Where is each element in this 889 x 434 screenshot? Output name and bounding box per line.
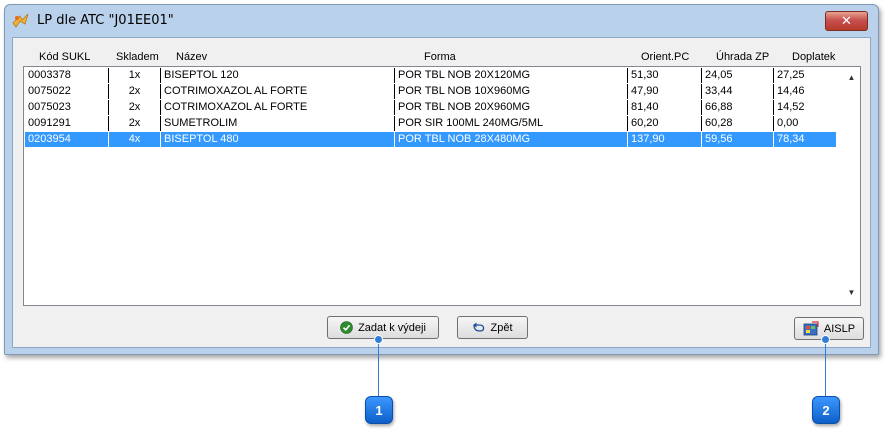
table-cell: 0091291 [28, 117, 71, 129]
table-cell: 2x [108, 100, 160, 115]
column-header-orient-pc[interactable]: Orient.PC [641, 51, 689, 63]
table-cell: 2x [108, 84, 160, 99]
column-header-forma[interactable]: Forma [424, 51, 456, 63]
table-cell: COTRIMOXAZOL AL FORTE [160, 100, 394, 115]
table-cell: POR TBL NOB 20X960MG [394, 100, 627, 115]
dialog-window: LP dle ATC "J01EE01" ✕ Kód SUKL Skladem … [4, 4, 879, 355]
callout-1-line [378, 340, 379, 398]
table-row[interactable]: 0075023 2x COTRIMOXAZOL AL FORTE POR TBL NO… [25, 100, 836, 115]
zpet-label: Zpět [490, 321, 513, 334]
table-row[interactable]: 0203954 4x BISEPTOL 480 POR TBL NOB 28X480M… [25, 132, 836, 147]
table-cell: 14,52 [773, 100, 836, 115]
table-cell: 4x [108, 132, 160, 147]
column-header-kod[interactable]: Kód SUKL [39, 51, 90, 63]
table-cell: 2x [108, 116, 160, 131]
table-cell: POR TBL NOB 20X120MG [394, 68, 627, 83]
table-cell: 0075023 [28, 101, 71, 113]
callout-2-line [825, 340, 826, 398]
table-row[interactable]: 0075022 2x COTRIMOXAZOL AL FORTE POR TBL NO… [25, 84, 836, 99]
vertical-scrollbar[interactable]: ▲ ▼ [843, 67, 860, 303]
table-cell: SUMETROLIM [160, 116, 394, 131]
table-cell: 78,34 [773, 132, 836, 147]
medicine-list[interactable]: 0003378 1x BISEPTOL 120 POR TBL NOB 20X120M… [23, 66, 861, 306]
table-cell: 0,00 [773, 116, 836, 131]
check-icon [340, 321, 353, 334]
table-cell: 59,56 [701, 132, 773, 147]
table-cell: 81,40 [627, 100, 701, 115]
table-cell: POR SIR 100ML 240MG/5ML [394, 116, 627, 131]
table-cell: 66,88 [701, 100, 773, 115]
close-icon: ✕ [841, 13, 852, 29]
callout-1-badge: 1 [365, 396, 393, 424]
zpet-button[interactable]: Zpět [457, 316, 528, 339]
table-cell: 14,46 [773, 84, 836, 99]
table-cell: 24,05 [701, 68, 773, 83]
title-bar[interactable]: LP dle ATC "J01EE01" ✕ [5, 5, 878, 37]
app-logo-icon [12, 13, 29, 28]
callout-2-dot [821, 335, 830, 344]
aislp-app-icon [803, 321, 819, 336]
table-cell: 1x [108, 68, 160, 83]
table-cell: 33,44 [701, 84, 773, 99]
column-header-nazev[interactable]: Název [176, 51, 207, 63]
callout-2-badge: 2 [812, 396, 840, 424]
table-cell: 0075022 [28, 85, 71, 97]
table-row[interactable]: 0091291 2x SUMETROLIM POR SIR 100ML 240MG/5… [25, 116, 836, 131]
undo-arrow-icon [473, 322, 485, 332]
table-cell: COTRIMOXAZOL AL FORTE [160, 84, 394, 99]
dialog-body: Kód SUKL Skladem Název Forma Orient.PC Ú… [12, 37, 871, 348]
scroll-up-icon[interactable]: ▲ [843, 69, 860, 86]
column-header-uhrada[interactable]: Úhrada ZP [716, 51, 769, 63]
table-cell: BISEPTOL 120 [160, 68, 394, 83]
table-cell: 51,30 [627, 68, 701, 83]
table-cell: POR TBL NOB 28X480MG [394, 132, 627, 147]
column-header-skladem[interactable]: Skladem [116, 51, 159, 63]
zadat-k-vydeji-button[interactable]: Zadat k výdeji [327, 316, 439, 339]
table-cell: BISEPTOL 480 [160, 132, 394, 147]
table-cell: 60,20 [627, 116, 701, 131]
table-cell: 60,28 [701, 116, 773, 131]
table-row[interactable]: 0003378 1x BISEPTOL 120 POR TBL NOB 20X120M… [25, 68, 836, 83]
table-cell: 137,90 [627, 132, 701, 147]
zadat-label: Zadat k výdeji [358, 321, 426, 334]
table-cell: 0203954 [28, 133, 71, 145]
table-cell: POR TBL NOB 10X960MG [394, 84, 627, 99]
aislp-label: AISLP [823, 322, 856, 335]
window-title: LP dle ATC "J01EE01" [37, 13, 174, 28]
column-header-doplatek[interactable]: Doplatek [792, 51, 835, 63]
table-cell: 0003378 [28, 69, 71, 81]
close-button[interactable]: ✕ [825, 11, 868, 31]
table-cell: 27,25 [773, 68, 836, 83]
table-cell: 47,90 [627, 84, 701, 99]
callout-1-dot [374, 335, 383, 344]
scroll-down-icon[interactable]: ▼ [843, 284, 860, 301]
